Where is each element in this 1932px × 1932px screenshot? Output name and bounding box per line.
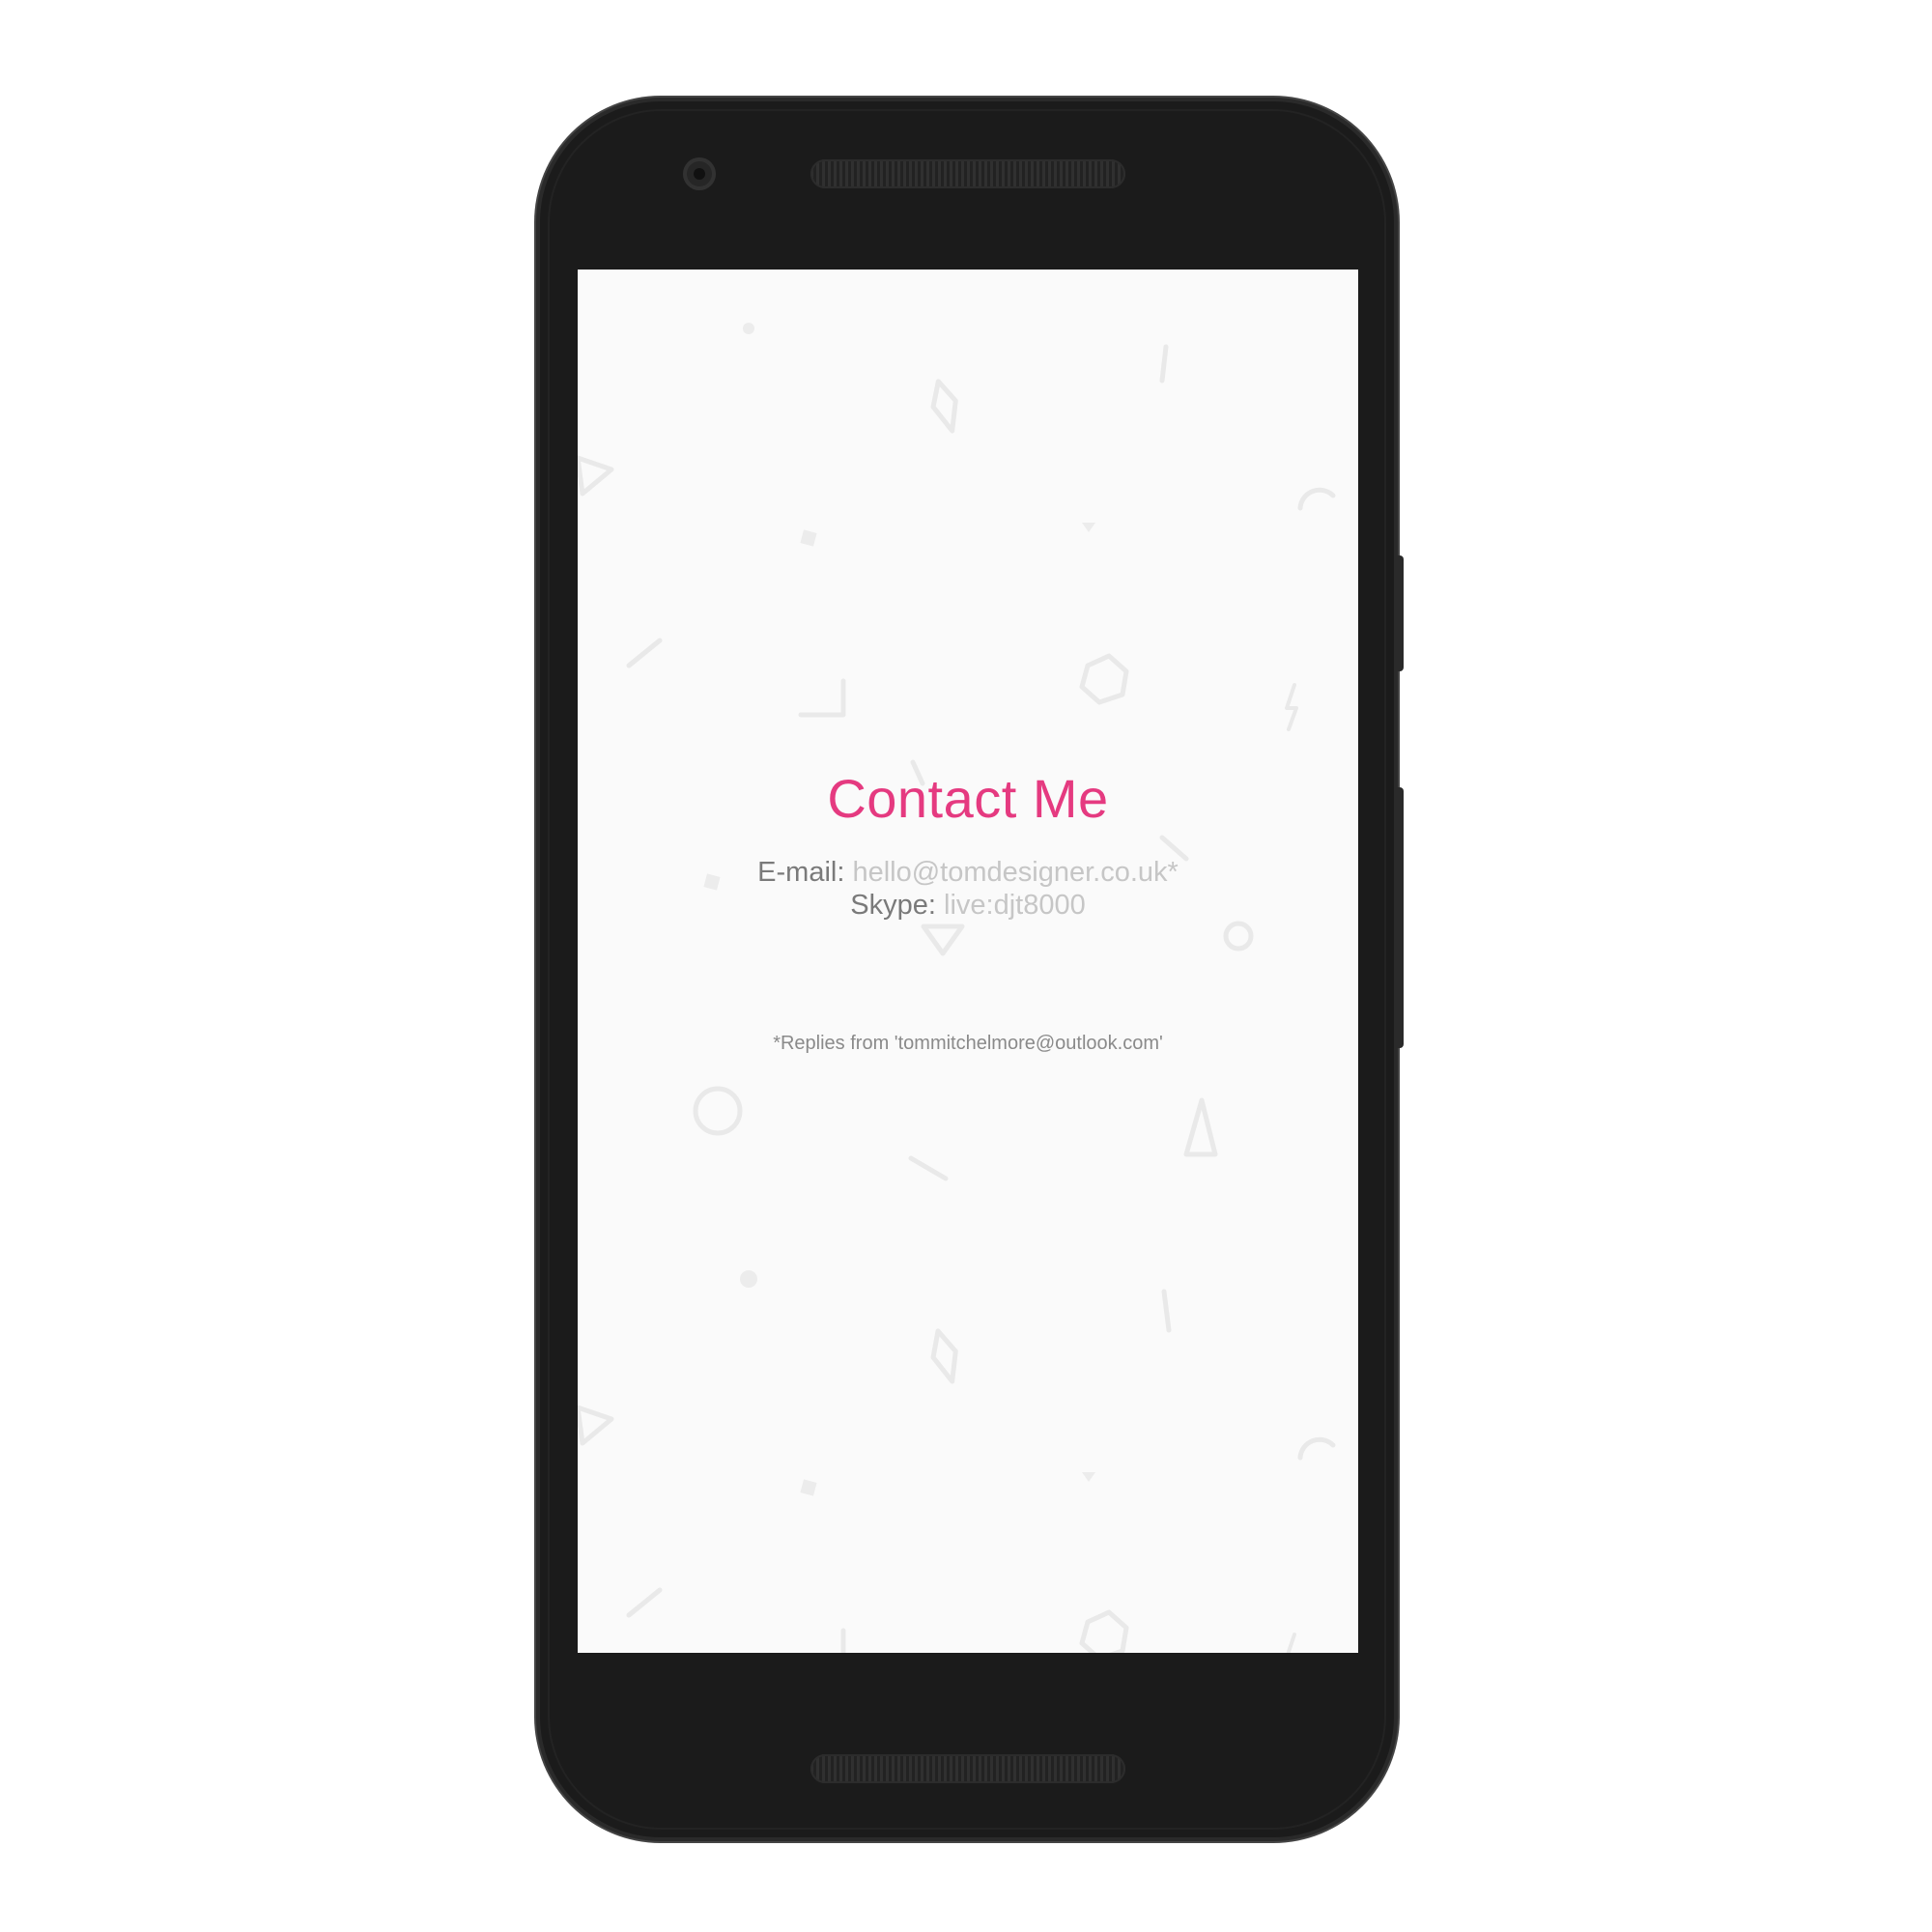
dash-shape: [1161, 1289, 1172, 1333]
circle-shape: [693, 1086, 743, 1136]
page-title: Contact Me: [827, 768, 1109, 829]
dash-shape: [626, 1587, 663, 1618]
hexagon-shape: [1079, 653, 1129, 705]
replies-note: *Replies from 'tommitchelmore@outlook.co…: [773, 1033, 1163, 1054]
dot-shape: [740, 1270, 757, 1288]
skype-link[interactable]: live:djt8000: [944, 890, 1086, 921]
skype-line: Skype: live:djt8000: [578, 889, 1358, 922]
small-triangle-shape: [1082, 1472, 1095, 1482]
triangle-shape: [1183, 1097, 1218, 1157]
corner-shape: [798, 678, 846, 718]
dot-shape: [743, 323, 754, 334]
triangle-shape: [921, 923, 965, 956]
arc-shape: [1297, 487, 1336, 511]
diamond-shape: [930, 1328, 958, 1384]
square-shape: [800, 1479, 817, 1496]
arc-shape: [1297, 1436, 1336, 1461]
background-pattern: [578, 323, 1336, 1653]
dash-shape: [626, 638, 663, 668]
volume-button: [1394, 787, 1404, 1048]
small-triangle-shape: [1082, 523, 1095, 532]
front-camera-icon: [683, 157, 716, 190]
bolt-shape: [1285, 683, 1298, 731]
dash-shape: [908, 1155, 949, 1181]
square-shape: [800, 529, 817, 547]
top-speaker-grille: [810, 159, 1125, 188]
phone-screen: Contact Me E-mail: hello@tomdesigner.co.…: [578, 270, 1358, 1653]
hexagon-shape: [1079, 1609, 1129, 1653]
diamond-shape: [930, 379, 958, 434]
triangle-shape: [578, 455, 614, 497]
dash-shape: [1159, 344, 1169, 384]
bottom-speaker-grille: [810, 1754, 1125, 1783]
email-label: E-mail:: [757, 857, 845, 888]
skype-label: Skype:: [850, 890, 936, 921]
power-button: [1394, 555, 1404, 671]
triangle-shape: [578, 1405, 614, 1446]
circle-shape: [1223, 921, 1254, 952]
email-link[interactable]: hello@tomdesigner.co.uk*: [852, 857, 1178, 888]
bolt-shape: [1286, 1633, 1296, 1653]
email-line: E-mail: hello@tomdesigner.co.uk*: [578, 856, 1358, 889]
